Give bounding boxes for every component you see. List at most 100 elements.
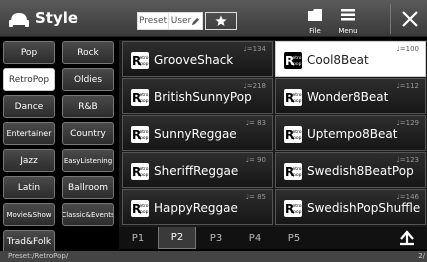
svg-text:etro: etro — [293, 129, 302, 135]
genre-country[interactable]: Country — [62, 122, 114, 145]
user-label: User — [170, 16, 192, 26]
title-bar: Style Preset User File Menu — [0, 0, 427, 37]
retro-pop-logo-icon: Retropop — [131, 52, 149, 69]
style-tempo: ♩= 90 — [245, 156, 266, 164]
file-button[interactable]: File — [300, 7, 330, 35]
style-item[interactable]: Retro pop BritishSunnyPop ♩=218 — [122, 78, 273, 114]
genre-oldies[interactable]: Oldies — [62, 68, 114, 91]
style-item[interactable]: Retro pop SunnyReggae ♩= 83 — [122, 115, 273, 151]
svg-text:pop: pop — [140, 62, 149, 67]
style-tempo: ♩= 85 — [245, 193, 266, 201]
style-tempo: ♩=146 — [396, 193, 419, 201]
genre-rock[interactable]: Rock — [62, 41, 114, 64]
retro-pop-logo-icon: Retropop — [284, 200, 302, 217]
style-tempo: ♩=100 — [396, 45, 419, 53]
folder-icon — [308, 9, 322, 21]
favorite-button[interactable] — [205, 12, 237, 30]
genre-trad-folk[interactable]: Trad&Folk — [3, 230, 55, 253]
svg-text:etro: etro — [140, 55, 149, 61]
up-arrow-icon[interactable] — [397, 229, 417, 247]
svg-text:etro: etro — [293, 166, 302, 172]
svg-text:pop: pop — [140, 99, 149, 104]
genre-easylistening[interactable]: EasyListening — [62, 149, 114, 172]
style-tempo: ♩=129 — [396, 119, 419, 127]
genre-pop[interactable]: Pop — [3, 41, 55, 64]
style-item[interactable]: Retro pop SwedishPopShuffle ♩=146 — [275, 189, 426, 225]
tab-p5[interactable]: P5 — [275, 227, 313, 249]
retro-pop-logo-icon: Retropop — [284, 126, 302, 143]
retro-pop-logo-icon: Retropop — [131, 126, 149, 143]
genre-classic-events[interactable]: Classic&Events — [62, 203, 114, 226]
style-name: SheriffReggae — [154, 164, 239, 178]
genre-retropop[interactable]: RetroPop — [3, 68, 55, 91]
style-name: BritishSunnyPop — [154, 90, 252, 104]
preset-button[interactable]: Preset — [137, 12, 169, 30]
current-path: Preset:/RetroPop/ — [8, 252, 69, 260]
menu-button[interactable]: Menu — [333, 7, 363, 35]
tab-p1[interactable]: P1 — [119, 227, 157, 249]
tab-p4[interactable]: P4 — [236, 227, 274, 249]
style-name: Cool8Beat — [307, 53, 369, 67]
svg-text:pop: pop — [293, 173, 302, 178]
retro-pop-logo-icon: Retropop — [131, 200, 149, 217]
style-item[interactable]: Retro pop SheriffReggae ♩= 90 — [122, 152, 273, 188]
svg-text:etro: etro — [140, 203, 149, 209]
genre-movie-show[interactable]: Movie&Show — [3, 203, 55, 226]
menu-icon — [341, 9, 355, 21]
retro-pop-logo-icon: Retropop — [131, 89, 149, 106]
style-list: Retro pop GrooveShack ♩=134 Retro pop Cool… — [119, 40, 427, 227]
genre-ballroom[interactable]: Ballroom — [62, 176, 114, 199]
page-indicator: 2/ — [418, 252, 425, 260]
style-icon — [9, 13, 29, 27]
retro-pop-logo-icon: Retropop — [284, 52, 302, 69]
style-tempo: ♩= 83 — [245, 119, 266, 127]
style-item[interactable]: Retro pop Wonder8Beat ♩=112 — [275, 78, 426, 114]
svg-text:etro: etro — [293, 55, 302, 61]
style-item[interactable]: Retro pop Uptempo8Beat ♩=129 — [275, 115, 426, 151]
style-tempo: ♩=112 — [396, 82, 419, 90]
retro-pop-logo-icon: Retropop — [284, 163, 302, 180]
svg-text:pop: pop — [140, 173, 149, 178]
style-tempo: ♩=218 — [243, 82, 266, 90]
genre-dance[interactable]: Dance — [3, 95, 55, 118]
svg-text:pop: pop — [293, 210, 302, 215]
svg-text:etro: etro — [140, 92, 149, 98]
user-button[interactable]: User — [169, 12, 203, 30]
genre-rnb[interactable]: R&B — [62, 95, 114, 118]
tab-p2[interactable]: P2 — [158, 227, 196, 249]
style-item[interactable]: Retro pop Cool8Beat ♩=100 — [275, 41, 426, 77]
file-label: File — [309, 27, 321, 35]
menu-label: Menu — [338, 27, 358, 35]
retro-pop-logo-icon: Retropop — [284, 89, 302, 106]
star-icon — [215, 15, 227, 26]
svg-text:etro: etro — [293, 203, 302, 209]
svg-text:pop: pop — [293, 99, 302, 104]
style-tempo: ♩=134 — [243, 45, 266, 53]
genre-entertainer[interactable]: Entertainer — [3, 122, 55, 145]
style-tempo: ♩=123 — [396, 156, 419, 164]
svg-text:etro: etro — [140, 129, 149, 135]
genre-latin[interactable]: Latin — [3, 176, 55, 199]
svg-text:pop: pop — [293, 136, 302, 141]
svg-text:etro: etro — [293, 92, 302, 98]
header-divider — [390, 4, 391, 34]
pencil-icon — [192, 17, 200, 25]
style-name: Swedish8BeatPop — [307, 164, 414, 178]
style-item[interactable]: Retro pop Swedish8BeatPop ♩=123 — [275, 152, 426, 188]
page-title: Style — [35, 9, 79, 27]
svg-text:pop: pop — [293, 62, 302, 67]
retro-pop-logo-icon: Retropop — [131, 163, 149, 180]
style-name: SunnyReggae — [154, 127, 237, 141]
close-icon[interactable] — [398, 7, 422, 31]
genre-jazz[interactable]: Jazz — [3, 149, 55, 172]
style-name: HappyReggae — [154, 201, 238, 215]
tab-p3[interactable]: P3 — [197, 227, 235, 249]
style-item[interactable]: Retro pop GrooveShack ♩=134 — [122, 41, 273, 77]
style-name: GrooveShack — [154, 53, 234, 67]
style-name: Wonder8Beat — [307, 90, 389, 104]
svg-text:etro: etro — [140, 166, 149, 172]
style-name: SwedishPopShuffle — [307, 201, 421, 215]
svg-text:pop: pop — [140, 136, 149, 141]
style-item[interactable]: Retro pop HappyReggae ♩= 85 — [122, 189, 273, 225]
page-tabs: P1 P2 P3 P4 P5 — [119, 227, 427, 249]
